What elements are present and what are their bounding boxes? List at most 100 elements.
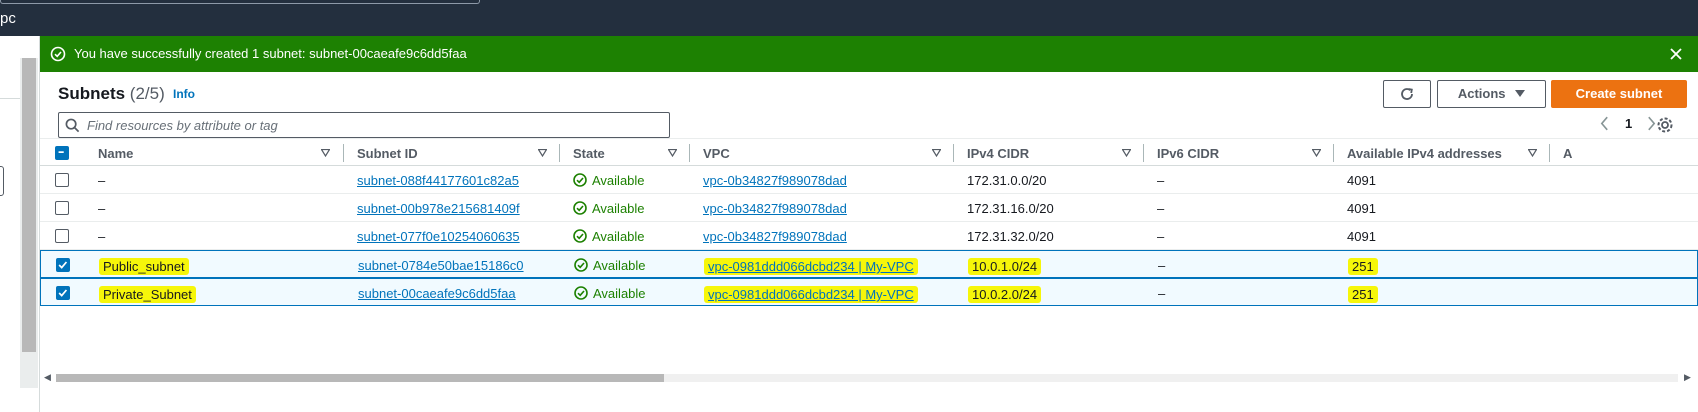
cell-state: Available — [593, 258, 646, 273]
sort-caret-icon[interactable] — [538, 149, 547, 157]
cell-subnet-id: subnet-0784e50bae15186c0 — [358, 258, 524, 273]
flash-message: You have successfully created 1 subnet: … — [74, 46, 467, 61]
cell-available-ipv4: 251 — [1348, 286, 1378, 303]
status-available-icon — [573, 173, 587, 187]
vpc-link[interactable]: vpc-0b34827f989078dad — [703, 173, 847, 188]
cell-subnet-id: subnet-077f0e10254060635 — [357, 229, 520, 244]
chevron-right-icon[interactable] — [1647, 116, 1656, 134]
column-separator[interactable] — [1143, 144, 1144, 162]
column-header-truncated[interactable]: A — [1563, 146, 1572, 161]
column-header-state[interactable]: State — [573, 146, 605, 161]
table-header: Name Subnet ID State VPC IPv4 CIDR IPv6 … — [40, 138, 1698, 166]
sort-caret-icon[interactable] — [1312, 149, 1321, 157]
cell-state: Available — [593, 286, 646, 301]
vertical-scrollbar-thumb[interactable] — [22, 58, 36, 352]
cell-available-ipv4: 4091 — [1347, 229, 1376, 244]
cell-vpc: vpc-0981ddd066dcbd234 | My-VPC — [704, 286, 918, 303]
status-available-icon — [574, 258, 588, 272]
table-row[interactable]: – subnet-088f44177601c82a5 Available vpc-0b… — [40, 166, 1698, 194]
chevron-left-icon[interactable] — [1600, 116, 1609, 134]
column-header-name[interactable]: Name — [98, 146, 133, 161]
cell-state: Available — [592, 173, 645, 188]
table-row[interactable]: Public_subnet subnet-0784e50bae15186c0 Ava… — [40, 250, 1698, 278]
cell-subnet-id: subnet-088f44177601c82a5 — [357, 173, 519, 188]
status-available-icon — [573, 229, 587, 243]
close-icon[interactable] — [1668, 46, 1684, 62]
cell-vpc: vpc-0981ddd066dcbd234 | My-VPC — [704, 258, 918, 275]
column-separator[interactable] — [343, 144, 344, 162]
row-checkbox[interactable] — [55, 173, 69, 187]
cell-ipv6-cidr: – — [1158, 258, 1166, 273]
column-separator[interactable] — [1549, 144, 1550, 162]
column-header-ipv4-cidr[interactable]: IPv4 CIDR — [967, 146, 1029, 161]
create-subnet-button[interactable]: Create subnet — [1551, 80, 1687, 108]
cell-available-ipv4: 4091 — [1347, 201, 1376, 216]
subnet-id-link[interactable]: subnet-0784e50bae15186c0 — [358, 258, 524, 273]
table-row[interactable]: Private_Subnet subnet-00caeafe9c6dd5faa Av… — [40, 278, 1698, 306]
column-header-ipv6-cidr[interactable]: IPv6 CIDR — [1157, 146, 1219, 161]
row-checkbox[interactable] — [55, 201, 69, 215]
vpc-link[interactable]: vpc-0981ddd066dcbd234 | My-VPC — [708, 287, 914, 302]
vpc-link[interactable]: vpc-0981ddd066dcbd234 | My-VPC — [708, 259, 914, 274]
global-search-edge[interactable] — [0, 0, 480, 4]
column-separator[interactable] — [1333, 144, 1334, 162]
cell-ipv6-cidr: – — [1158, 286, 1166, 301]
sort-caret-icon[interactable] — [932, 149, 941, 157]
subnet-id-link[interactable]: subnet-077f0e10254060635 — [357, 229, 520, 244]
cell-name: – — [98, 229, 106, 244]
scroll-right-arrow-icon[interactable]: ▶ — [1684, 372, 1691, 383]
cell-ipv4-cidr: 10.0.2.0/24 — [968, 286, 1042, 303]
vpc-link[interactable]: vpc-0b34827f989078dad — [703, 201, 847, 216]
title-text: Subnets — [58, 84, 126, 103]
status-available-icon — [574, 286, 588, 300]
table-row[interactable]: – subnet-077f0e10254060635 Available vpc-0b… — [40, 222, 1698, 250]
cell-name: – — [98, 173, 106, 188]
subnet-id-link[interactable]: subnet-088f44177601c82a5 — [357, 173, 519, 188]
status-available-icon — [573, 201, 587, 215]
refresh-button[interactable] — [1383, 80, 1431, 108]
search-input[interactable] — [87, 116, 657, 134]
row-checkbox[interactable] — [56, 258, 70, 272]
column-separator[interactable] — [689, 144, 690, 162]
scroll-left-arrow-icon[interactable]: ◀ — [44, 372, 51, 383]
subnets-panel: Subnets (2/5) Info Actions Create subnet… — [40, 72, 1698, 412]
sort-caret-icon[interactable] — [321, 149, 330, 157]
actions-dropdown-button[interactable]: Actions — [1437, 80, 1546, 108]
column-header-subnet-id[interactable]: Subnet ID — [357, 146, 418, 161]
column-header-available-ipv4[interactable]: Available IPv4 addresses — [1347, 146, 1502, 161]
cell-name: Public_subnet — [99, 258, 189, 275]
selection-count: (2/5) — [129, 84, 165, 103]
page-title: Subnets (2/5) — [58, 84, 165, 104]
gear-icon[interactable] — [1656, 116, 1674, 134]
table-row[interactable]: – subnet-00b978e215681409f Available vpc-0b… — [40, 194, 1698, 222]
current-page-number[interactable]: 1 — [1625, 116, 1632, 131]
column-separator[interactable] — [559, 144, 560, 162]
sort-caret-icon[interactable] — [668, 149, 677, 157]
row-checkbox[interactable] — [56, 286, 70, 300]
subnet-id-link[interactable]: subnet-00caeafe9c6dd5faa — [358, 286, 516, 301]
select-all-checkbox[interactable] — [55, 146, 69, 160]
cell-ipv6-cidr: – — [1157, 173, 1165, 188]
info-link[interactable]: Info — [173, 87, 195, 101]
refresh-icon — [1401, 88, 1413, 100]
cell-state: Available — [592, 229, 645, 244]
subnet-id-link[interactable]: subnet-00b978e215681409f — [357, 201, 520, 216]
sort-caret-icon[interactable] — [1122, 149, 1131, 157]
filter-search-box — [58, 112, 670, 138]
sort-caret-icon[interactable] — [1528, 149, 1537, 157]
column-separator[interactable] — [953, 144, 954, 162]
cell-subnet-id: subnet-00b978e215681409f — [357, 201, 520, 216]
top-navigation-bar: pc — [0, 0, 1698, 36]
cell-available-ipv4: 251 — [1348, 258, 1378, 275]
horizontal-scrollbar-thumb[interactable] — [56, 374, 664, 382]
service-breadcrumb[interactable]: pc — [0, 10, 16, 27]
column-header-vpc[interactable]: VPC — [703, 146, 730, 161]
horizontal-scrollbar[interactable]: ◀ ▶ — [40, 370, 1698, 386]
row-checkbox[interactable] — [55, 229, 69, 243]
nav-collapsed-control[interactable] — [0, 166, 4, 196]
side-navigation-edge — [0, 36, 40, 412]
cell-ipv4-cidr: 172.31.0.0/20 — [967, 173, 1047, 188]
cell-ipv4-cidr: 172.31.16.0/20 — [967, 201, 1054, 216]
vpc-link[interactable]: vpc-0b34827f989078dad — [703, 229, 847, 244]
success-check-icon — [50, 46, 66, 62]
